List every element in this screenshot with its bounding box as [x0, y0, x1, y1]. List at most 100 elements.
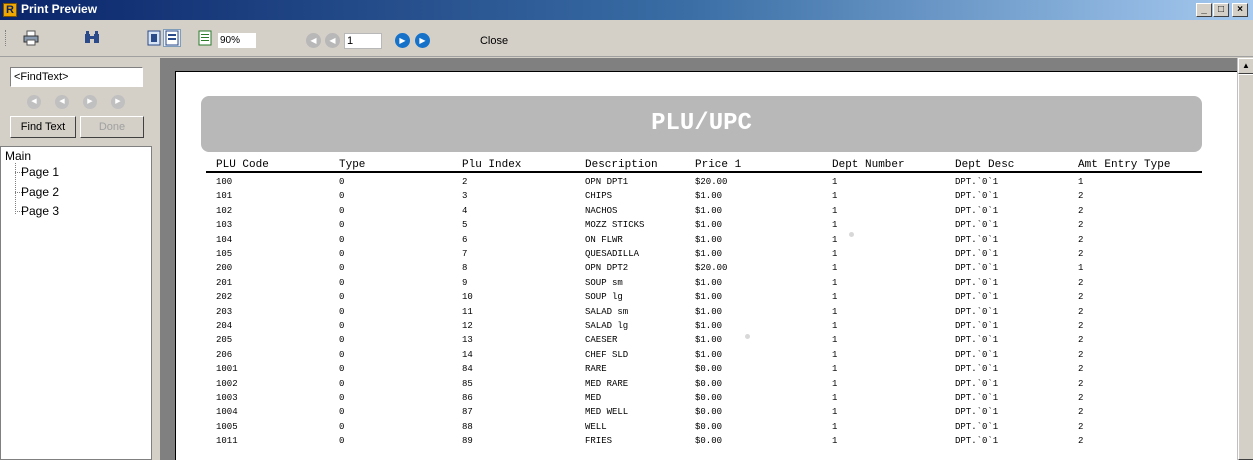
done-button[interactable]: Done	[80, 116, 144, 138]
table-cell: 104	[216, 234, 233, 245]
table-cell: DPT.`0`1	[955, 306, 999, 317]
table-cell: 2	[1078, 321, 1084, 331]
vertical-scrollbar[interactable]: ▲	[1237, 58, 1253, 460]
table-cell: 204	[216, 321, 233, 331]
table-cell: 1004	[216, 407, 238, 418]
table-cell: MOZZ STICKS	[585, 220, 645, 231]
prev-page-icon[interactable]: ◀	[325, 33, 340, 48]
table-cell: 1	[832, 349, 838, 360]
table-cell: 1	[832, 263, 838, 274]
table-cell: DPT.`0`1	[955, 177, 999, 187]
table-cell: 1	[832, 292, 838, 303]
table-cell: 4	[462, 205, 468, 216]
table-cell: NACHOS	[585, 205, 618, 216]
table-cell: 206	[216, 349, 233, 360]
table-cell: SALAD sm	[585, 306, 629, 317]
table-cell: DPT.`0`1	[955, 436, 999, 447]
next-page-icon[interactable]: ▶	[395, 33, 410, 48]
table-cell: DPT.`0`1	[955, 220, 999, 231]
table-row: 204 0 12 SALAD lg $1.00 1 DPT.`0`1 2	[176, 319, 1236, 334]
table-cell: 1	[832, 393, 838, 403]
table-cell: 1005	[216, 421, 238, 432]
table-cell: 2	[1078, 277, 1084, 288]
tree-item-page-3[interactable]: Page 3	[21, 204, 59, 218]
table-cell: 2	[1078, 191, 1084, 202]
prev-icon[interactable]: ◀	[55, 95, 69, 109]
table-cell: DPT.`0`1	[955, 393, 999, 403]
table-cell: 2	[1078, 205, 1084, 216]
next-icon[interactable]: ▶	[83, 95, 97, 109]
close-window-button[interactable]: ×	[1232, 3, 1248, 17]
column-header: PLU Code	[216, 159, 269, 171]
page-number-input[interactable]: 1	[344, 33, 382, 49]
table-cell: $1.00	[695, 191, 723, 202]
table-cell: 87	[462, 407, 473, 418]
table-cell: 13	[462, 335, 473, 346]
table-cell: 1	[832, 421, 838, 432]
table-cell: 0	[339, 306, 345, 317]
table-cell: 200	[216, 263, 233, 274]
first-icon[interactable]: ◀	[27, 95, 41, 109]
report-page: PLU/UPC PLU Code Type Plu Index Descript…	[175, 71, 1237, 460]
table-cell: RARE	[585, 364, 607, 375]
multi-page-icon[interactable]	[196, 29, 214, 47]
table-cell: $20.00	[695, 263, 728, 274]
table-cell: DPT.`0`1	[955, 349, 999, 360]
table-cell: 2	[1078, 364, 1084, 375]
last-icon[interactable]: ▶	[111, 95, 125, 109]
table-cell: MED	[585, 393, 602, 403]
tree-root[interactable]: Main	[5, 149, 31, 163]
scroll-thumb[interactable]	[1238, 74, 1253, 460]
table-cell: 88	[462, 421, 473, 432]
report-viewer[interactable]: PLU/UPC PLU Code Type Plu Index Descript…	[160, 58, 1253, 460]
table-cell: $20.00	[695, 177, 728, 187]
table-row: 105 0 7 QUESADILLA $1.00 1 DPT.`0`1 2	[176, 247, 1236, 262]
column-header: Dept Desc	[955, 159, 1015, 171]
column-header: Plu Index	[462, 159, 522, 171]
table-row: 103 0 5 MOZZ STICKS $1.00 1 DPT.`0`1 2	[176, 218, 1236, 233]
zoom-input[interactable]	[218, 33, 256, 48]
table-cell: ON FLWR	[585, 234, 623, 245]
single-page-icon[interactable]	[145, 29, 163, 47]
table-cell: 103	[216, 220, 233, 231]
find-text-input[interactable]: <FindText>	[10, 67, 143, 87]
table-cell: OPN DPT2	[585, 263, 629, 274]
table-cell: DPT.`0`1	[955, 191, 999, 202]
table-cell: 1	[832, 249, 838, 259]
table-cell: 0	[339, 205, 345, 216]
first-page-icon[interactable]: ◀	[306, 33, 321, 48]
table-cell: DPT.`0`1	[955, 321, 999, 331]
toolbar-grip[interactable]	[5, 30, 8, 46]
table-row: 101 0 3 CHIPS $1.00 1 DPT.`0`1 2	[176, 189, 1236, 204]
minimize-button[interactable]: _	[1196, 3, 1212, 17]
table-row: 104 0 6 ON FLWR $1.00 1 DPT.`0`1 2	[176, 233, 1236, 248]
table-cell: DPT.`0`1	[955, 335, 999, 346]
print-icon[interactable]	[22, 29, 40, 47]
find-icon[interactable]	[83, 29, 101, 47]
column-header: Price 1	[695, 159, 742, 171]
table-cell: 0	[339, 421, 345, 432]
table-cell: MED WELL	[585, 407, 629, 418]
table-cell: 0	[339, 177, 345, 187]
table-cell: 1	[832, 220, 838, 231]
scroll-up-icon[interactable]: ▲	[1238, 58, 1253, 74]
close-button[interactable]: Close	[474, 32, 514, 50]
table-cell: 105	[216, 249, 233, 259]
tree-item-page-1[interactable]: Page 1	[21, 165, 59, 179]
table-cell: $0.00	[695, 436, 723, 447]
maximize-button[interactable]: □	[1213, 3, 1229, 17]
table-cell: 2	[1078, 220, 1084, 231]
table-cell: 6	[462, 234, 468, 245]
last-page-icon[interactable]: ▶	[415, 33, 430, 48]
table-row: 100 0 2 OPN DPT1 $20.00 1 DPT.`0`1 1	[176, 175, 1236, 190]
table-cell: SOUP sm	[585, 277, 623, 288]
table-cell: 2	[1078, 335, 1084, 346]
table-cell: 1	[832, 436, 838, 447]
table-cell: SOUP lg	[585, 292, 623, 303]
table-cell: 2	[1078, 393, 1084, 403]
tree-item-page-2[interactable]: Page 2	[21, 185, 59, 199]
page-view-icon[interactable]	[163, 29, 181, 47]
find-text-button[interactable]: Find Text	[10, 116, 76, 138]
table-cell: 2	[1078, 436, 1084, 447]
table-cell: $0.00	[695, 378, 723, 389]
